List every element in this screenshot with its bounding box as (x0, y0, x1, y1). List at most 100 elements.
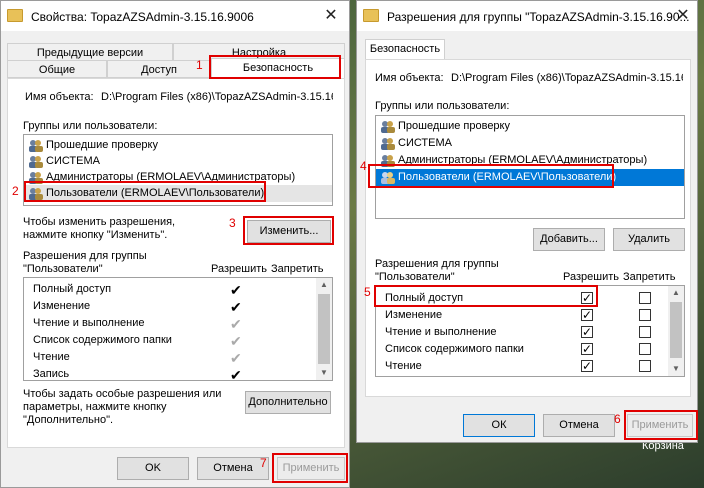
checkmark-icon: ✓ (582, 342, 593, 356)
checkmark-icon: ✓ (582, 325, 593, 339)
allow-checkbox[interactable]: ✓ (581, 308, 593, 322)
perm-header: Разрешения для группы "Пользователи" (23, 250, 147, 275)
permissions-list[interactable]: Полный доступ ✔ Изменение ✔ Чтение и выпол… (23, 277, 333, 381)
ok-button[interactable]: OK (117, 457, 189, 480)
allow-checkbox[interactable]: ✓ (581, 359, 593, 373)
users-icon (29, 156, 43, 168)
window-title: Свойства: TopazAZSAdmin-3.15.16.9006 (31, 10, 254, 24)
title-bar: Свойства: TopazAZSAdmin-3.15.16.9006 ✕ (1, 1, 349, 31)
deny-column-header: Запретить (623, 271, 676, 283)
checkmark-icon: ✔ (230, 316, 242, 332)
scroll-thumb[interactable] (318, 294, 330, 364)
annotation-number: 5 (364, 285, 371, 299)
groups-list[interactable]: Прошедшие проверку СИСТЕМА Администратор… (23, 134, 333, 206)
groups-list[interactable]: Прошедшие проверку СИСТЕМА Администратор… (375, 115, 685, 219)
title-bar: Разрешения для группы "TopazAZSAdmin-3.1… (357, 1, 697, 31)
checkmark-icon: ✔ (230, 367, 242, 381)
deny-checkbox[interactable] (639, 292, 651, 304)
group-name: Пользователи (ERMOLAEV\Пользователи) (398, 171, 617, 183)
list-item[interactable]: Прошедшие проверку (24, 137, 332, 154)
apply-button[interactable]: Применить (277, 457, 345, 480)
permission-row: Чтение ✓ (376, 358, 684, 375)
list-item[interactable]: Администраторы (ERMOLAEV\Администраторы) (24, 169, 332, 186)
users-icon (29, 188, 43, 200)
group-name: СИСТЕМА (46, 155, 100, 167)
deny-checkbox[interactable] (639, 326, 651, 338)
scroll-up-icon[interactable]: ▲ (316, 278, 332, 292)
list-item[interactable]: Прошедшие проверку (376, 118, 684, 135)
tab-security[interactable]: Безопасность (365, 39, 445, 60)
permission-row: Чтение и выполнение ✓ (376, 324, 684, 341)
close-icon[interactable]: ✕ (669, 5, 697, 27)
allow-checkbox[interactable]: ✓ (581, 291, 593, 305)
apply-button[interactable]: Применить (627, 414, 693, 437)
permissions-list[interactable]: Полный доступ ✓ Изменение ✓ Чтение и вып… (375, 285, 685, 377)
change-hint: Чтобы изменить разрешения, нажмите кнопк… (23, 216, 176, 241)
annotation-number: 4 (360, 159, 367, 173)
permission-row: Список содержимого папки ✓ (376, 341, 684, 358)
tab-previous-versions[interactable]: Предыдущие версии (7, 43, 173, 61)
deny-column-header: Запретить (271, 263, 324, 275)
ok-button[interactable]: ОК (463, 414, 535, 437)
group-name: Прошедшие проверку (46, 139, 158, 151)
scrollbar[interactable]: ▲ ▼ (668, 286, 684, 376)
permission-row: Чтение ✔ (33, 350, 242, 366)
list-item-selected[interactable]: Пользователи (ERMOLAEV\Пользователи) (24, 185, 332, 202)
change-button[interactable]: Изменить... (247, 220, 331, 243)
perm-header: Разрешения для группы "Пользователи" (375, 258, 499, 283)
permission-row: Запись ✔ (33, 367, 242, 381)
permission-row: Полный доступ ✔ (33, 282, 242, 298)
checkmark-icon: ✓ (582, 291, 593, 305)
advanced-hint: Чтобы задать особые разрешения или парам… (23, 388, 222, 426)
close-icon[interactable]: ✕ (317, 5, 345, 27)
folder-icon (7, 9, 23, 22)
users-icon (381, 172, 395, 184)
list-item[interactable]: СИСТЕМА (376, 135, 684, 152)
cancel-button[interactable]: Отмена (197, 457, 269, 480)
users-icon (29, 140, 43, 152)
allow-checkbox[interactable]: ✓ (581, 325, 593, 339)
permission-row: Чтение и выполнение ✔ (33, 316, 242, 332)
checkmark-icon: ✔ (230, 299, 242, 315)
annotation-number: 3 (229, 216, 236, 230)
deny-checkbox[interactable] (639, 309, 651, 321)
add-button[interactable]: Добавить... (533, 228, 605, 251)
permission-row: Полный доступ ✓ (376, 290, 684, 307)
cancel-button[interactable]: Отмена (543, 414, 615, 437)
annotation-number: 1 (196, 58, 203, 72)
users-icon (381, 155, 395, 167)
scroll-up-icon[interactable]: ▲ (668, 286, 684, 300)
remove-button[interactable]: Удалить (613, 228, 685, 251)
folder-icon (363, 9, 379, 22)
list-item[interactable]: СИСТЕМА (24, 153, 332, 170)
permissions-window: Разрешения для группы "TopazAZSAdmin-3.1… (356, 0, 698, 443)
users-icon (29, 172, 43, 184)
list-item[interactable]: Администраторы (ERMOLAEV\Администраторы) (376, 152, 684, 169)
users-icon (381, 138, 395, 150)
permission-row: Изменение ✔ (33, 299, 242, 315)
object-name-label: Имя объекта: (375, 72, 444, 84)
groups-label: Группы или пользователи: (23, 120, 158, 132)
scrollbar[interactable]: ▲ ▼ (316, 278, 332, 380)
list-item-selected[interactable]: Пользователи (ERMOLAEV\Пользователи) (376, 169, 684, 186)
allow-checkbox[interactable]: ✓ (581, 342, 593, 356)
deny-checkbox[interactable] (639, 360, 651, 372)
group-name: Пользователи (ERMOLAEV\Пользователи) (46, 187, 265, 199)
checkmark-icon: ✓ (582, 308, 593, 322)
annotation-number: 6 (614, 412, 621, 426)
deny-checkbox[interactable] (639, 343, 651, 355)
annotation-number: 2 (12, 184, 19, 198)
scroll-down-icon[interactable]: ▼ (668, 362, 684, 376)
group-name: Прошедшие проверку (398, 120, 510, 132)
tab-general[interactable]: Общие (7, 60, 107, 78)
checkmark-icon: ✔ (230, 333, 242, 349)
users-icon (381, 121, 395, 133)
advanced-button[interactable]: Дополнительно (245, 391, 331, 414)
tab-security[interactable]: Безопасность (211, 58, 345, 79)
allow-column-header: Разрешить (563, 271, 619, 283)
object-name-label: Имя объекта: (25, 91, 94, 103)
object-name-value: D:\Program Files (x86)\TopazAZSAdmin-3.1… (451, 72, 683, 84)
window-title: Разрешения для группы "TopazAZSAdmin-3.1… (387, 10, 690, 24)
scroll-thumb[interactable] (670, 302, 682, 358)
scroll-down-icon[interactable]: ▼ (316, 366, 332, 380)
